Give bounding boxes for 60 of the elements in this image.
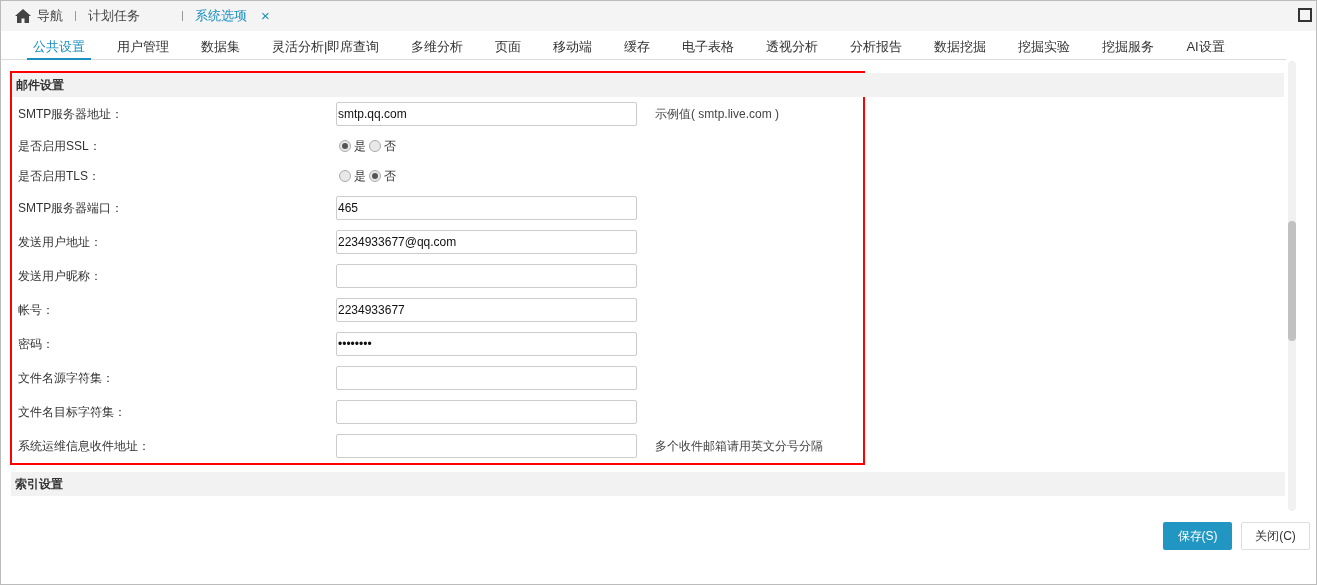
radio-label: 是 [354, 168, 366, 185]
input-field[interactable] [336, 264, 637, 288]
field-label: SMTP服务器端口： [17, 200, 125, 217]
field-label: 发送用户地址： [17, 234, 103, 251]
tab[interactable]: 多维分析 [405, 36, 470, 60]
field-label: 密码： [17, 336, 55, 353]
maximize-icon[interactable] [1298, 8, 1312, 22]
radio-option[interactable]: 是 [339, 167, 366, 185]
close-button[interactable]: × [261, 4, 270, 28]
close-button[interactable]: 关闭(C) [1241, 522, 1310, 550]
radio-option[interactable]: 否 [369, 167, 396, 185]
tab[interactable]: 电子表格 [676, 36, 741, 60]
scrollbar[interactable] [1288, 61, 1296, 511]
section-header: 索引设置 [11, 472, 1285, 496]
radio-button[interactable] [339, 140, 351, 152]
nav-tab[interactable]: 系统选项 [195, 6, 247, 26]
radio-button[interactable] [339, 170, 351, 182]
field-label: 帐号： [17, 302, 55, 319]
tab[interactable]: AI设置 [1180, 36, 1231, 60]
radio-label: 是 [354, 138, 366, 155]
field-label: 文件名目标字符集： [17, 404, 127, 421]
tab[interactable]: 数据挖掘 [928, 36, 993, 60]
field-label: 系统运维信息收件地址： [17, 438, 151, 455]
section-header: 邮件设置 [12, 73, 1284, 97]
field-label: 是否启用SSL： [17, 138, 102, 155]
home-icon [15, 9, 31, 23]
hint-text: 示例值( smtp.live.com ) [655, 106, 779, 123]
tab[interactable]: 移动端 [547, 36, 599, 60]
tab[interactable]: 用户管理 [111, 36, 175, 60]
input-field[interactable]: 2234933677@qq.com [336, 230, 637, 254]
input-field[interactable] [336, 366, 637, 390]
tab[interactable]: 数据集 [195, 36, 246, 60]
tab[interactable]: 透视分析 [760, 36, 825, 60]
radio-button[interactable] [369, 140, 381, 152]
radio-button[interactable] [369, 170, 381, 182]
tab[interactable]: 缓存 [618, 36, 657, 60]
tab[interactable]: 挖掘服务 [1096, 36, 1161, 60]
input-field[interactable]: •••••••• [336, 332, 637, 356]
field-label: 发送用户昵称： [17, 268, 103, 285]
radio-label: 否 [384, 168, 396, 185]
tab[interactable]: 页面 [489, 36, 528, 60]
nav-tab[interactable]: 计划任务 [88, 6, 140, 26]
input-field[interactable]: smtp.qq.com [336, 102, 637, 126]
radio-label: 否 [384, 138, 396, 155]
field-label: 是否启用TLS： [17, 168, 101, 185]
field-label: 文件名源字符集： [17, 370, 115, 387]
tab[interactable]: 挖掘实验 [1012, 36, 1077, 60]
tab[interactable]: 公共设置 [27, 36, 91, 60]
field-label: SMTP服务器地址： [17, 106, 125, 123]
scrollbar-thumb[interactable] [1288, 221, 1296, 341]
hint-text: 多个收件邮箱请用英文分号分隔 [655, 438, 823, 455]
radio-option[interactable]: 否 [369, 137, 396, 155]
input-field[interactable]: 2234933677 [336, 298, 637, 322]
input-field[interactable]: 465 [336, 196, 637, 220]
tab[interactable]: 灵活分析|即席查询 [266, 36, 386, 60]
radio-option[interactable]: 是 [339, 137, 366, 155]
input-field[interactable] [336, 400, 637, 424]
tab[interactable]: 分析报告 [844, 36, 909, 60]
nav-tab[interactable]: 导航 [15, 6, 63, 26]
input-field[interactable] [336, 434, 637, 458]
